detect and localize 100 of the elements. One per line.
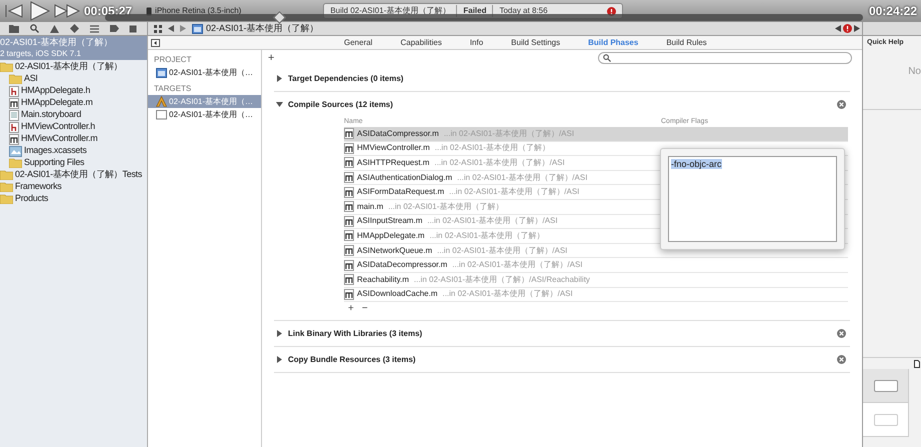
file-name: main.m — [357, 200, 384, 213]
navigator-item[interactable]: Images.xcassets — [0, 145, 147, 157]
project-item[interactable]: 02-ASI01-基本使用（… — [148, 66, 261, 79]
source-file-icon — [344, 186, 354, 198]
build-phase-header[interactable]: Compile Sources (12 items) — [274, 92, 850, 117]
navigator-item[interactable]: 02-ASI01-基本使用（了解）Tests — [0, 169, 147, 181]
source-file-icon — [344, 288, 354, 300]
source-file-icon — [344, 245, 354, 256]
navigator-item[interactable]: Main.storyboard — [0, 109, 147, 121]
file-path: ...in 02-ASI01-基本使用（了解）/ASI — [442, 288, 573, 300]
folder-icon[interactable] — [9, 24, 20, 32]
list-icon[interactable] — [90, 24, 99, 32]
breakpoint-icon[interactable] — [110, 25, 119, 32]
search-icon — [603, 54, 611, 62]
section-heading: PROJECT — [153, 54, 192, 66]
file-name: ASIDataCompressor.m — [357, 128, 439, 140]
build-phase-header[interactable]: Target Dependencies (0 items) — [274, 66, 850, 91]
source-file-icon — [344, 260, 354, 271]
jump-bar-path[interactable]: 02-ASI01-基本使用（了解） — [192, 22, 319, 36]
remove-button[interactable]: − — [362, 304, 368, 314]
back-arrow-icon[interactable] — [835, 25, 841, 32]
forward-arrow-icon[interactable] — [854, 25, 860, 32]
navigator-item[interactable]: 02-ASI01-基本使用（了解） — [0, 61, 147, 73]
file-path: ...in 02-ASI01-基本使用（了解）/ASI/Reachability — [414, 274, 590, 286]
file-path: ...in 02-ASI01-基本使用（了解）/ASI — [427, 215, 558, 228]
file-name: ASIAuthenticationDialog.m — [357, 172, 452, 184]
error-icon[interactable] — [843, 24, 852, 33]
navigator-item[interactable]: ASI — [0, 73, 147, 85]
search-field[interactable] — [598, 52, 852, 64]
editor-tab[interactable]: Build Rules — [652, 36, 721, 48]
source-file-row[interactable]: ASIDataCompressor.m ...in 02-ASI01-基本使用（了解）/ASI — [344, 127, 848, 142]
source-file-icon — [344, 172, 354, 184]
editor-tab[interactable]: Build Settings — [497, 36, 574, 48]
source-file-icon — [344, 216, 354, 227]
source-file-row[interactable]: ASIDataDecompressor.m ...in 02-ASI01-基本使用（了解）/ASI — [344, 258, 848, 273]
folder-icon — [0, 182, 13, 192]
compiler-flags-field[interactable]: -fno-objc-arc — [668, 156, 837, 242]
test-bundle-icon — [156, 109, 167, 120]
grid-icon[interactable] — [154, 24, 162, 32]
navigator-item[interactable]: Supporting Files — [0, 157, 147, 169]
fast-forward-icon[interactable] — [54, 3, 82, 19]
delete-icon[interactable] — [837, 100, 846, 109]
disclosure-triangle-icon[interactable] — [276, 330, 283, 338]
folder-icon — [9, 158, 22, 168]
file-name: HMViewController.m — [357, 142, 430, 154]
source-file-row[interactable]: Reachability.m ...in 02-ASI01-基本使用（了解）/ASI/Reachability — [344, 272, 848, 288]
log-icon[interactable] — [129, 24, 138, 32]
library-item[interactable] — [863, 369, 909, 403]
disclosure-triangle-icon[interactable] — [276, 356, 283, 364]
warning-icon[interactable] — [50, 24, 60, 32]
build-phase-header[interactable]: Link Binary With Libraries (3 items) — [274, 321, 850, 346]
build-phase-header[interactable]: Copy Bundle Resources (3 items) — [274, 347, 850, 372]
navigator-item[interactable]: Products — [0, 193, 147, 205]
source-file-icon — [344, 128, 354, 140]
editor-tab[interactable]: General — [330, 36, 386, 48]
navigator-item[interactable]: HMAppDelegate.h — [0, 85, 147, 97]
file-path: ...in 02-ASI01-基本使用（了解） — [434, 142, 550, 154]
sidebar-toggle-icon[interactable] — [151, 38, 160, 46]
quick-help-message: No — [908, 65, 921, 79]
scrubber-track[interactable] — [105, 14, 863, 21]
navigator-item[interactable]: Frameworks — [0, 181, 147, 193]
file-path: ...in 02-ASI01-基本使用（了解）/ASI — [452, 259, 583, 272]
file-name: ASIDataDecompressor.m — [357, 259, 448, 272]
folder-icon — [9, 74, 22, 84]
folder-icon — [0, 170, 13, 180]
editor-tab[interactable]: Info — [456, 36, 498, 48]
header-file-icon — [9, 86, 19, 96]
file-path: ...in 02-ASI01-基本使用（了解）/ASI — [449, 186, 580, 198]
add-build-phase-button[interactable]: + — [268, 52, 274, 64]
section-heading: TARGETS — [153, 83, 192, 95]
folder-icon — [0, 194, 13, 204]
source-file-icon — [344, 157, 354, 168]
file-path: ...in 02-ASI01-基本使用（了解）/ASI — [457, 172, 588, 184]
header-file-icon — [9, 122, 19, 132]
delete-icon[interactable] — [837, 355, 846, 364]
navigator-item[interactable]: HMAppDelegate.m — [0, 97, 147, 109]
navigator-item[interactable]: HMViewController.m — [0, 133, 147, 145]
app-icon — [156, 96, 167, 107]
editor-tab[interactable]: Capabilities — [386, 36, 456, 48]
add-button[interactable]: + — [348, 304, 354, 314]
project-subtitle: 2 targets, iOS SDK 7.1 — [0, 48, 82, 59]
source-file-icon — [344, 274, 354, 286]
file-name: Reachability.m — [357, 274, 409, 286]
elapsed-time: 00:05:27 — [84, 3, 132, 20]
disclosure-triangle-icon[interactable] — [276, 75, 283, 82]
delete-icon[interactable] — [837, 329, 846, 338]
file-icon[interactable] — [914, 360, 920, 368]
file-path: ...in 02-ASI01-基本使用（了解）/ASI — [444, 128, 574, 140]
target-item[interactable]: 02-ASI01-基本使用（… — [148, 108, 261, 121]
file-path: ...in 02-ASI01-基本使用（了解） — [430, 230, 545, 242]
diamond-icon[interactable] — [70, 24, 79, 33]
search-icon[interactable] — [30, 24, 40, 33]
source-file-row[interactable]: ASIDownloadCache.m ...in 02-ASI01-基本使用（了解）/ASI — [344, 288, 848, 302]
remaining-time: 00:24:22 — [868, 3, 917, 20]
back-arrow-icon[interactable] — [168, 25, 174, 32]
navigator-item[interactable]: HMViewController.h — [0, 121, 147, 133]
project-icon — [156, 67, 167, 78]
source-file-icon — [344, 142, 354, 154]
editor-tab[interactable]: Build Phases — [574, 36, 652, 48]
disclosure-triangle-icon[interactable] — [276, 101, 283, 108]
